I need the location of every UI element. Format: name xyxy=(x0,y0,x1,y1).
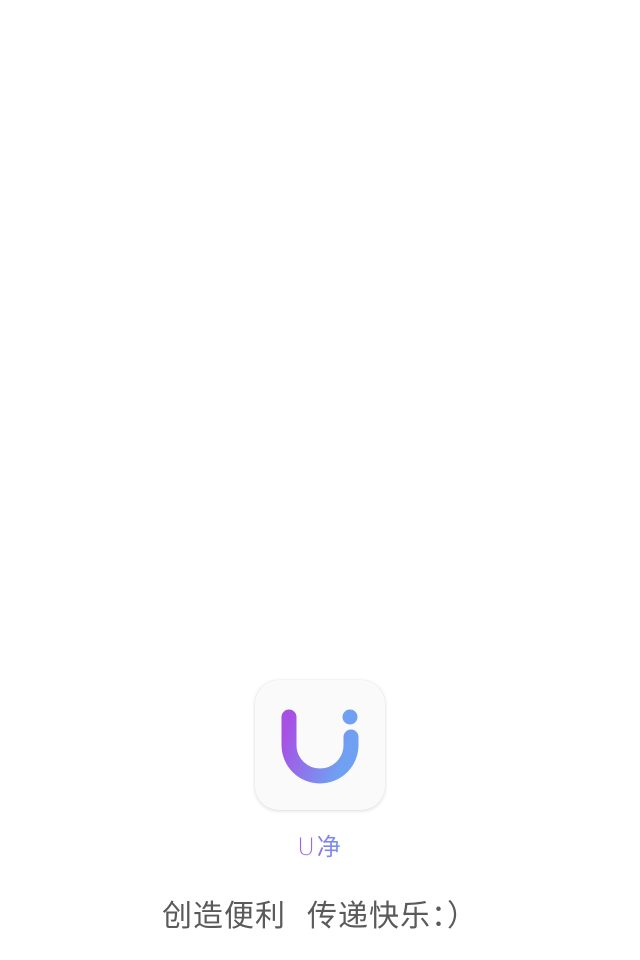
logo-dot xyxy=(342,709,358,725)
logo-u-stroke xyxy=(281,709,359,784)
app-slogan: 创造便利 传递快乐：） xyxy=(161,899,479,934)
u-smile-logo-icon xyxy=(281,709,359,784)
splash-screen: U净 创造便利 传递快乐：） xyxy=(0,0,640,960)
app-logo xyxy=(255,680,385,810)
app-name: U净 xyxy=(0,831,640,863)
